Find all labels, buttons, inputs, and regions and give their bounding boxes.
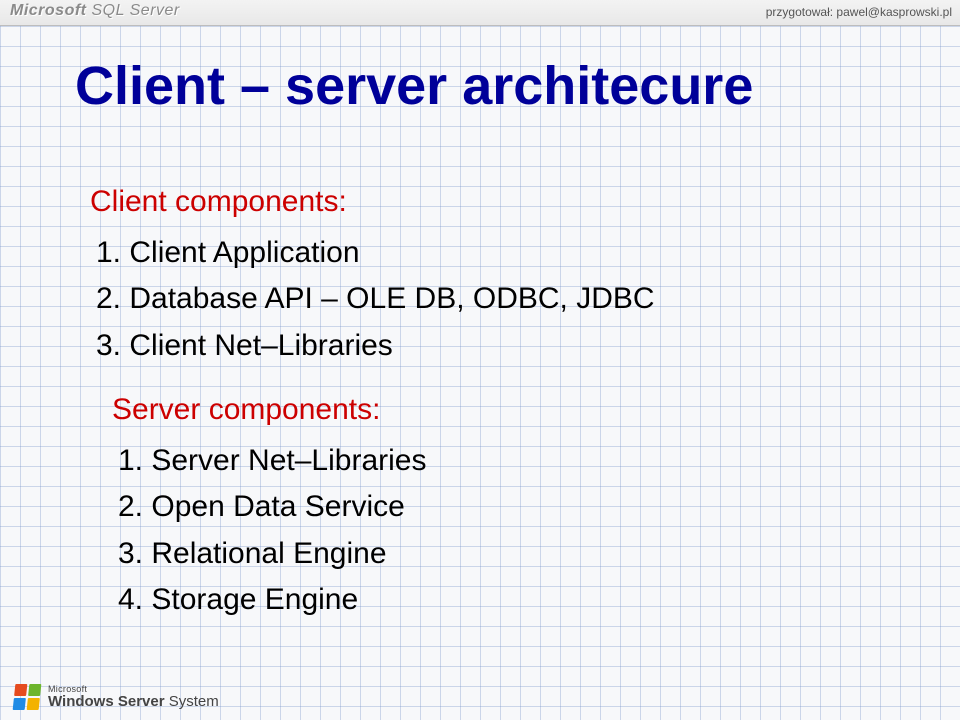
- footer-logo: Microsoft Windows Server System: [14, 684, 219, 710]
- flag-square: [27, 698, 40, 710]
- footer-product-strong: Windows Server: [48, 693, 165, 710]
- client-components-heading: Client components:: [90, 179, 655, 226]
- flag-square: [14, 684, 27, 696]
- server-section: Server components: Server Net–Libraries …: [112, 387, 655, 624]
- content-block: Client components: Client Application Da…: [90, 175, 655, 642]
- list-item: Database API – OLE DΒ, ODBC, JDBC: [90, 276, 655, 323]
- brand-rest: SQL Server: [87, 2, 180, 19]
- windows-flag-icon: [13, 684, 42, 710]
- list-item: Server Net–Libraries: [112, 438, 655, 485]
- list-item: Client Net–Libraries: [90, 323, 655, 370]
- footer-product-light: System: [165, 693, 219, 710]
- prepared-by: przygotował: pawel@kasprowski.pl: [766, 5, 952, 19]
- client-components-list: Client Application Database API – OLE DΒ…: [90, 230, 655, 370]
- footer-product: Windows Server System: [48, 694, 219, 709]
- server-components-list: Server Net–Libraries Open Data Service R…: [112, 438, 655, 624]
- flag-square: [13, 698, 26, 710]
- slide: Microsoft SQL Server przygotował: pawel@…: [0, 0, 960, 720]
- brand-main: Microsoft: [10, 2, 87, 19]
- page-title: Client – server architecure: [75, 55, 753, 117]
- list-item: Storage Engine: [112, 577, 655, 624]
- topbar: Microsoft SQL Server przygotował: pawel@…: [0, 0, 960, 26]
- flag-square: [28, 684, 41, 696]
- list-item: Relational Engine: [112, 531, 655, 578]
- brand-label: Microsoft SQL Server: [10, 2, 180, 20]
- list-item: Client Application: [90, 230, 655, 277]
- list-item: Open Data Service: [112, 484, 655, 531]
- footer-text: Microsoft Windows Server System: [48, 685, 219, 709]
- server-components-heading: Server components:: [112, 387, 655, 434]
